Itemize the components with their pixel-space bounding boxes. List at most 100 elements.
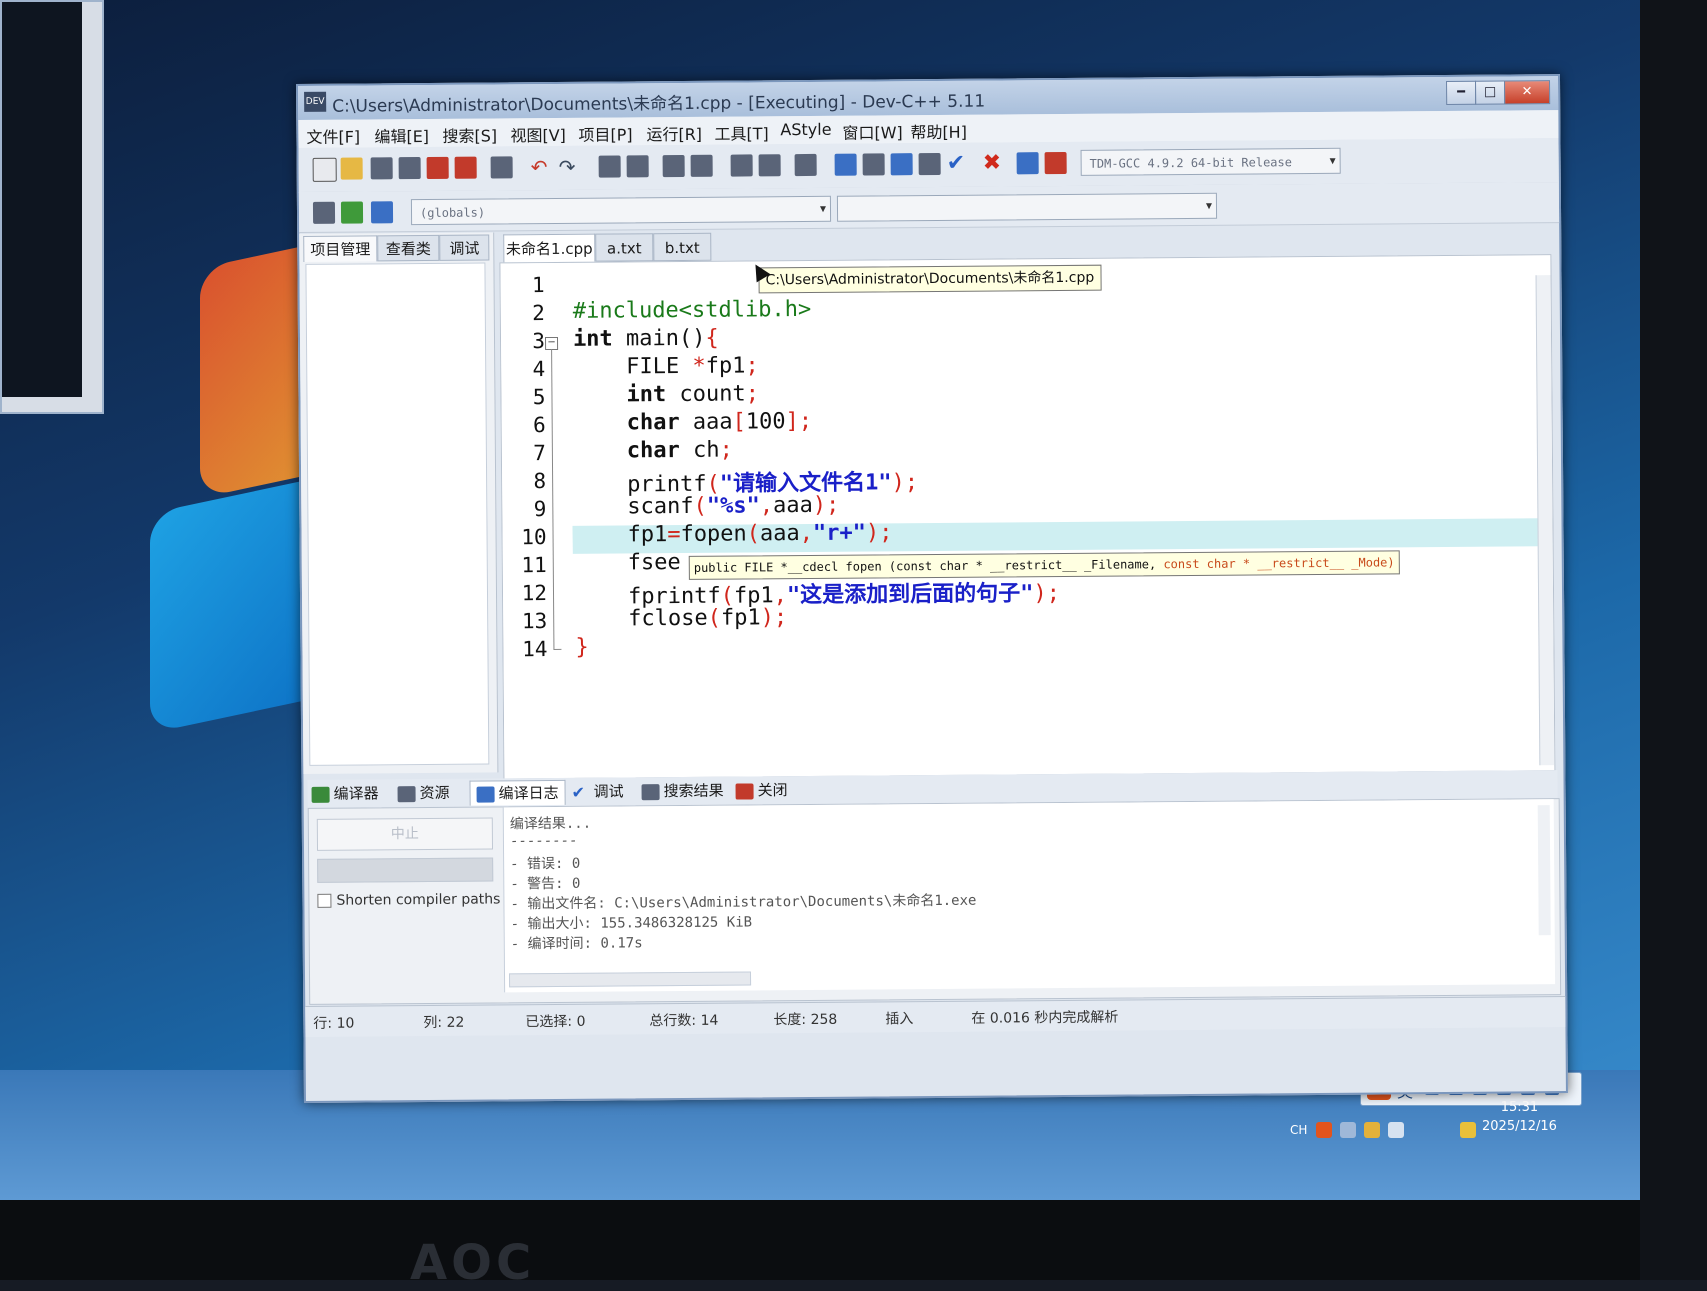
symbol: ;	[745, 381, 759, 407]
status-col-label: 列:	[423, 1014, 443, 1032]
code-token: fclose	[575, 605, 708, 632]
find-icon[interactable]	[598, 155, 621, 178]
function-signature-tooltip: public FILE *__cdecl fopen (const char *…	[688, 550, 1400, 580]
delete-profile-icon[interactable]	[1044, 151, 1067, 175]
line-number: 4	[532, 357, 546, 382]
status-col: 列: 22	[423, 1012, 464, 1032]
profile-icon[interactable]	[1016, 152, 1039, 175]
abort-compilation-button[interactable]: 中止	[316, 817, 494, 851]
volume-icon[interactable]	[1388, 1122, 1404, 1138]
check-icon: ✔	[571, 782, 586, 802]
tab-classes[interactable]: 查看类	[377, 234, 440, 262]
app-icon[interactable]: DEV	[304, 91, 327, 112]
compile-log-output[interactable]: 编译结果... -------- - 错误: 0 - 警告: 0 - 输出文件名…	[502, 799, 1556, 993]
save-icon[interactable]	[370, 157, 393, 180]
tab-file-main[interactable]: 未命名1.cpp	[503, 233, 596, 263]
sogou-tray-icon[interactable]	[1316, 1122, 1332, 1138]
tab-debug-output[interactable]: ✔ 调试	[571, 779, 623, 803]
project-tree[interactable]	[305, 262, 490, 766]
menu-file[interactable]: 文件[F]	[306, 123, 360, 147]
new-project-icon[interactable]	[312, 201, 336, 224]
menu-tools[interactable]: 工具[T]	[714, 120, 768, 144]
string-literal: "%s"	[706, 493, 760, 519]
rebuild-all-icon[interactable]	[918, 152, 941, 176]
editor-scrollbar[interactable]	[1535, 275, 1555, 766]
action-center-icon[interactable]	[1364, 1122, 1380, 1138]
file-path-tooltip: C:\Users\Administrator\Documents\未命名1.cp…	[758, 264, 1102, 294]
compile-run-icon[interactable]	[890, 153, 913, 176]
close-all-icon[interactable]	[454, 156, 477, 179]
scope-select[interactable]: (globals) ▼	[410, 195, 832, 226]
line-number: 7	[533, 441, 547, 466]
close-file-icon[interactable]	[426, 156, 449, 179]
save-all-icon[interactable]	[398, 157, 421, 180]
tab-file-a[interactable]: a.txt	[595, 233, 654, 262]
clock[interactable]: 15:31 2025/12/16	[1482, 1098, 1557, 1136]
maximize-button[interactable]: □	[1475, 80, 1506, 105]
compile-log-panel: 中止 Shorten compiler paths 编译结果... ------…	[307, 798, 1562, 1005]
print-icon[interactable]	[490, 156, 513, 179]
goto-previous-icon[interactable]	[730, 154, 753, 177]
status-len-label: 长度:	[773, 1012, 807, 1029]
stop-execution-icon[interactable]: ✖	[983, 150, 1005, 175]
chevron-down-icon: ▼	[819, 203, 827, 215]
tab-project[interactable]: 项目管理	[303, 235, 378, 262]
log-horizontal-scrollbar[interactable]	[508, 971, 752, 988]
redo-icon[interactable]: ↷	[559, 155, 581, 179]
syntax-check-icon[interactable]: ✔	[947, 151, 969, 176]
tab-search-results[interactable]: 搜索结果	[641, 779, 724, 804]
background-window[interactable]	[0, 0, 104, 414]
tab-file-b[interactable]: b.txt	[653, 232, 712, 262]
code-token: fp1	[720, 605, 761, 631]
menu-window[interactable]: 窗口[W]	[842, 119, 902, 143]
left-panel: 项目管理 查看类 调试	[299, 232, 499, 774]
symbol: ,	[799, 520, 814, 547]
new-file-icon[interactable]	[312, 157, 337, 182]
code-editor[interactable]: 1 2 3 4 5 6 7 8 9 10 11 12 13 14 − #incl…	[499, 254, 1556, 780]
replace-icon[interactable]	[626, 155, 649, 178]
status-selected: 已选择: 0	[525, 1011, 585, 1031]
code-line-13: fclose(fp1);	[575, 605, 787, 632]
menu-run[interactable]: 运行[R]	[646, 121, 702, 145]
chevron-down-icon: ▼	[1205, 200, 1213, 212]
checkbox-box[interactable]	[317, 893, 332, 908]
function-select[interactable]: ▼	[836, 192, 1218, 222]
minimize-button[interactable]: ━	[1446, 80, 1477, 105]
status-lines-label: 总行数:	[649, 1012, 697, 1030]
tab-close[interactable]: 关闭	[735, 778, 788, 802]
menu-edit[interactable]: 编辑[E]	[374, 123, 429, 147]
close-button[interactable]: ✕	[1504, 80, 1551, 105]
compiler-select[interactable]: TDM-GCC 4.9.2 64-bit Release ▼	[1080, 147, 1341, 176]
undo-icon[interactable]: ↶	[531, 155, 553, 179]
menu-astyle[interactable]: AStyle	[780, 120, 831, 139]
tab-debug[interactable]: 调试	[439, 234, 490, 261]
menu-project[interactable]: 项目[P]	[578, 121, 632, 145]
menu-help[interactable]: 帮助[H]	[910, 119, 967, 143]
tab-resources[interactable]: 资源	[397, 781, 450, 805]
menu-view[interactable]: 视图[V]	[510, 122, 566, 146]
log-vertical-scrollbar[interactable]	[1537, 805, 1551, 936]
menu-search[interactable]: 搜索[S]	[442, 122, 497, 146]
shorten-paths-checkbox[interactable]: Shorten compiler paths	[317, 891, 500, 909]
compile-icon[interactable]	[834, 153, 857, 176]
run-icon[interactable]	[862, 153, 885, 176]
open-file-icon[interactable]	[340, 157, 363, 180]
network-icon[interactable]	[1340, 1122, 1356, 1138]
unindent-icon[interactable]	[690, 154, 713, 177]
add-to-project-icon[interactable]	[340, 201, 364, 224]
window-title: C:\Users\Administrator\Documents\未命名1.cp…	[332, 91, 986, 117]
notification-icon[interactable]	[1460, 1122, 1476, 1138]
tab-compile-log[interactable]: 编译日志	[469, 779, 566, 806]
tab-compiler[interactable]: 编译器	[311, 781, 379, 806]
symbol: (	[693, 493, 707, 519]
goto-next-icon[interactable]	[758, 154, 781, 177]
search-icon	[641, 783, 660, 800]
remove-from-project-icon[interactable]	[370, 201, 394, 224]
line-number: 3	[532, 329, 546, 354]
bookmark-icon[interactable]	[794, 153, 817, 177]
keyword: char	[573, 437, 680, 464]
line-number: 10	[521, 525, 547, 550]
tray-language[interactable]: CH	[1290, 1123, 1307, 1137]
indent-icon[interactable]	[662, 154, 685, 178]
code-line-9: scanf("%s",aaa);	[574, 493, 839, 520]
